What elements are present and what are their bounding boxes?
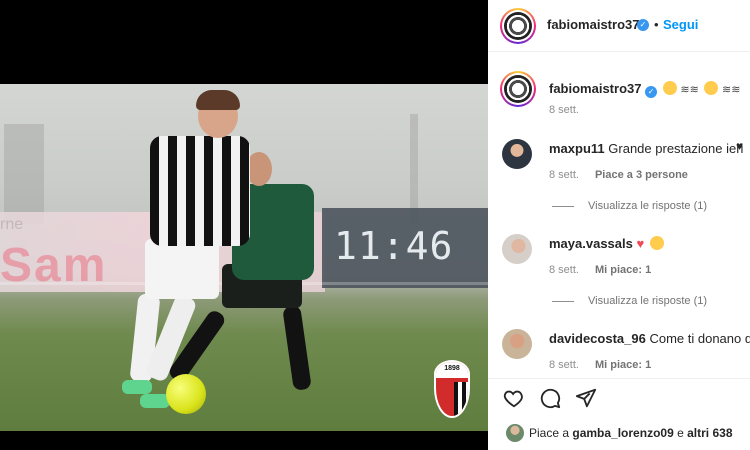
liker-avatar[interactable]: [506, 424, 524, 442]
background-structure: [4, 124, 44, 224]
board-text-top: rne: [0, 216, 24, 233]
author-username[interactable]: fabiomaistro37: [547, 17, 639, 32]
scoreboard-clock: 11:46: [322, 208, 488, 288]
comment-time: 8 sett.: [549, 169, 579, 181]
likes-text: Piace a gamba_lorenzo09 e altri 638: [529, 426, 733, 440]
clock-time: 11:46: [334, 224, 454, 268]
smile-emoji-icon: [662, 81, 677, 95]
liker-username[interactable]: gamba_lorenzo09: [572, 426, 673, 440]
football: [166, 374, 206, 414]
comment-body: Grande prestazione ieri: [608, 141, 744, 156]
player-striped-shorts: [145, 239, 219, 299]
smile-emoji-icon: [704, 81, 719, 95]
post-actions: [488, 378, 750, 420]
caption-text: fabiomaistro37 ✓ ≋≋ ≋≋: [549, 81, 741, 98]
caption-username[interactable]: fabiomaistro37: [549, 81, 641, 96]
comment-text: maxpu11 Grande prestazione ieri: [549, 141, 743, 156]
likes-conjunction: e: [677, 426, 684, 440]
comment-username[interactable]: maya.vassals: [549, 236, 633, 251]
verified-badge-icon: ✓: [637, 19, 649, 31]
comment-meta: 8 sett. Mi piace: 1: [549, 264, 651, 276]
player-green-leg: [282, 305, 312, 391]
comment-meta: 8 sett. Piace a 3 persone: [549, 169, 688, 181]
comment-icon[interactable]: [539, 387, 561, 409]
post-photo[interactable]: rne Sam 11:46 1898: [0, 84, 488, 431]
raised-hands-emoji-icon: [649, 236, 664, 250]
comment-body: Come ti donano que: [649, 331, 750, 346]
commenter-avatar[interactable]: [502, 329, 532, 359]
comment-time: 8 sett.: [549, 264, 579, 276]
likes-summary: Piace a gamba_lorenzo09 e altri 638: [488, 420, 750, 450]
view-replies-label: Visualizza le risposte (1): [588, 295, 708, 307]
header-separator: •: [654, 17, 659, 32]
caption-avatar[interactable]: [500, 71, 536, 107]
comment-text: maya.vassals ♥: [549, 236, 664, 251]
comment-likes[interactable]: Mi piace: 1: [595, 359, 651, 371]
follow-button[interactable]: Segui: [663, 17, 698, 32]
post-side-panel: fabiomaistro37 ✓ • Segui fabiomaistro37 …: [488, 0, 750, 450]
author-avatar[interactable]: [500, 8, 536, 44]
share-icon[interactable]: [575, 387, 597, 409]
verified-badge-icon: ✓: [645, 86, 658, 98]
player-striped-hair: [196, 90, 240, 110]
club-crest: 1898: [434, 360, 470, 418]
red-heart-emoji-icon: ♥: [636, 236, 645, 251]
commenter-avatar[interactable]: [502, 234, 532, 264]
wave-emoji-icon: ≋≋: [722, 84, 741, 96]
comment-likes[interactable]: Piace a 3 persone: [595, 169, 688, 181]
comment-likes[interactable]: Mi piace: 1: [595, 264, 651, 276]
likes-prefix: Piace a: [529, 426, 570, 440]
black-heart-emoji-icon: ♥: [736, 139, 744, 153]
comment-time: 8 sett.: [549, 359, 579, 371]
post-header: fabiomaistro37 ✓ • Segui: [488, 0, 750, 52]
commenter-avatar[interactable]: [502, 139, 532, 169]
comment-username[interactable]: davidecosta_96: [549, 331, 646, 346]
caption-time: 8 sett.: [549, 104, 579, 116]
heart-icon[interactable]: [503, 387, 525, 409]
view-replies-button[interactable]: Visualizza le risposte (1): [552, 295, 707, 307]
comment-username[interactable]: maxpu11: [549, 141, 605, 156]
view-replies-label: Visualizza le risposte (1): [588, 200, 708, 212]
photo-pane: rne Sam 11:46 1898: [0, 0, 488, 450]
comment-text: davidecosta_96 Come ti donano que: [549, 331, 750, 346]
player-striped-shirt: [150, 136, 250, 246]
crest-year: 1898: [444, 365, 460, 372]
comments-list[interactable]: fabiomaistro37 ✓ ≋≋ ≋≋ 8 sett. maxpu11 G…: [488, 53, 750, 380]
likes-others-count[interactable]: altri 638: [687, 426, 732, 440]
player-boot: [122, 380, 152, 394]
comment-meta: 8 sett. Mi piace: 1: [549, 359, 651, 371]
view-replies-button[interactable]: Visualizza le risposte (1): [552, 200, 707, 212]
wave-emoji-icon: ≋≋: [680, 84, 699, 96]
